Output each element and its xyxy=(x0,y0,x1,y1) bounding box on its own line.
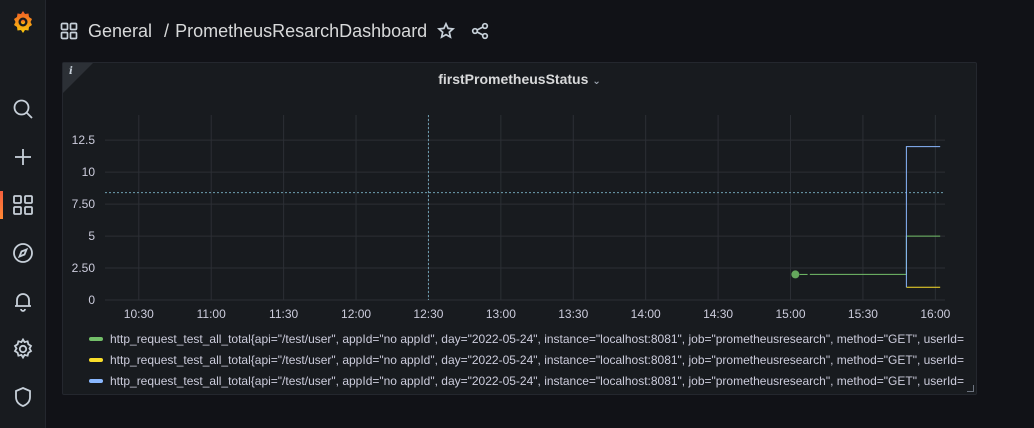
x-tick-label: 10:30 xyxy=(124,307,154,321)
grafana-logo-icon[interactable] xyxy=(0,2,46,42)
x-tick-label: 12:00 xyxy=(341,307,371,321)
x-tick-label: 16:00 xyxy=(920,307,950,321)
x-tick-label: 12:30 xyxy=(413,307,443,321)
legend: http_request_test_all_total{api="/test/u… xyxy=(89,328,974,391)
panel-title[interactable]: firstPrometheusStatus ⌄ xyxy=(63,71,976,87)
series-point xyxy=(791,270,800,279)
x-tick-label: 15:00 xyxy=(776,307,806,321)
legend-item[interactable]: http_request_test_all_total{api="/test/u… xyxy=(89,328,974,349)
y-tick-label: 5 xyxy=(88,229,95,243)
y-tick-label: 2.50 xyxy=(72,261,96,275)
dashboards-grid-icon[interactable] xyxy=(60,22,78,40)
y-tick-label: 12.5 xyxy=(72,133,96,147)
legend-label: http_request_test_all_total{api="/test/u… xyxy=(110,373,964,388)
x-tick-label: 13:30 xyxy=(558,307,588,321)
share-icon[interactable] xyxy=(471,22,489,40)
legend-item[interactable]: http_request_test_all_total{api="/test/u… xyxy=(89,349,974,370)
legend-swatch xyxy=(89,357,103,362)
star-icon[interactable] xyxy=(437,22,456,40)
chevron-down-icon[interactable]: ⌄ xyxy=(592,76,600,87)
x-tick-label: 13:00 xyxy=(486,307,516,321)
dashboard-header: General / PrometheusResarchDashboard xyxy=(60,16,489,46)
breadcrumb-folder[interactable]: General xyxy=(88,21,152,42)
legend-swatch xyxy=(89,378,103,383)
legend-label: http_request_test_all_total{api="/test/u… xyxy=(110,352,964,367)
resize-handle-icon[interactable] xyxy=(967,385,974,392)
y-tick-label: 10 xyxy=(82,165,96,179)
graph-panel: i firstPrometheusStatus ⌄ 0 2.50 5 7.50 10 12.… xyxy=(62,62,977,395)
x-tick-label: 11:00 xyxy=(197,307,226,321)
x-tick-label: 14:30 xyxy=(703,307,733,321)
y-tick-label: 0 xyxy=(88,293,95,307)
sidebar xyxy=(0,0,46,428)
legend-item[interactable]: http_request_test_all_total{api="/test/u… xyxy=(89,370,974,391)
dashboards-icon[interactable] xyxy=(0,185,46,225)
bell-icon[interactable] xyxy=(0,281,46,321)
gear-icon[interactable] xyxy=(0,329,46,369)
breadcrumb-separator: / xyxy=(164,20,170,41)
compass-icon[interactable] xyxy=(0,233,46,273)
x-tick-label: 14:00 xyxy=(631,307,661,321)
y-tick-label: 7.50 xyxy=(72,197,96,211)
dashboard-title[interactable]: PrometheusResarchDashboard xyxy=(175,21,427,42)
legend-swatch xyxy=(89,336,103,341)
plus-icon[interactable] xyxy=(0,137,46,177)
x-tick-label: 15:30 xyxy=(848,307,878,321)
search-icon[interactable] xyxy=(0,89,46,129)
time-series-chart[interactable]: 0 2.50 5 7.50 10 12.5 10:30 11:00 11:30 12:00 12:3… xyxy=(63,103,976,328)
panel-title-text: firstPrometheusStatus xyxy=(438,71,589,87)
legend-label: http_request_test_all_total{api="/test/u… xyxy=(110,331,964,346)
series-line xyxy=(809,235,941,275)
shield-icon[interactable] xyxy=(0,377,46,417)
x-tick-label: 11:30 xyxy=(269,307,298,321)
